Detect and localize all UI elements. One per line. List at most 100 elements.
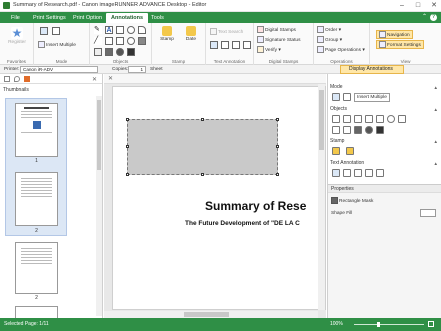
text-box-icon[interactable] — [343, 115, 351, 123]
resize-handle[interactable] — [276, 118, 279, 121]
stamp-button[interactable]: Stamp — [156, 26, 178, 42]
sheet-button[interactable]: Sheet — [150, 66, 163, 73]
resize-handle[interactable] — [126, 173, 129, 176]
resize-handle[interactable] — [126, 118, 129, 121]
group-button[interactable]: Group ▾ — [317, 36, 342, 43]
digital-stamps-button[interactable]: Digital Stamps — [257, 26, 296, 33]
ellipse-mask-icon[interactable] — [116, 48, 124, 56]
tab-print-option[interactable]: Print Option — [68, 13, 107, 23]
rectangle-icon[interactable] — [376, 115, 384, 123]
order-button[interactable]: Order ▾ — [317, 26, 341, 33]
polygon-icon[interactable] — [398, 115, 406, 123]
bookmark-tab-icon[interactable] — [24, 76, 30, 82]
zoom-slider-knob[interactable] — [377, 322, 380, 327]
tab-annotations[interactable]: Annotations — [106, 13, 149, 23]
help-icon[interactable]: ? — [430, 14, 437, 21]
date-stamp-icon[interactable] — [346, 147, 354, 155]
ribbon-collapse-icon[interactable]: ⌃ — [422, 13, 427, 20]
text-search-button[interactable]: Text Search — [210, 28, 243, 35]
pen-icon[interactable]: ✎ — [94, 26, 102, 34]
fit-page-icon[interactable] — [428, 321, 434, 327]
replace-text-icon[interactable] — [365, 169, 373, 177]
insert-text-icon[interactable] — [376, 169, 384, 177]
copies-input[interactable]: 1 — [128, 66, 146, 73]
printer-select[interactable]: Canon iR-ADV — [20, 66, 98, 73]
resize-handle[interactable] — [126, 145, 129, 148]
strikethrough-icon[interactable] — [232, 41, 240, 49]
thumbnail-page-2[interactable] — [15, 172, 58, 226]
ellipse-icon[interactable] — [387, 115, 395, 123]
highlight-text-icon[interactable] — [210, 41, 218, 49]
rectangle-mask-object[interactable] — [126, 118, 279, 176]
select-text-icon[interactable] — [343, 93, 351, 101]
page-operations-button[interactable]: Page Operations ▾ — [317, 46, 365, 53]
shape-fill-color-picker[interactable] — [420, 209, 436, 217]
close-document-icon[interactable]: ✕ — [108, 75, 113, 82]
line-icon[interactable]: ╱ — [94, 37, 102, 45]
thumbnail-page-4[interactable] — [15, 306, 58, 318]
thumbnails-scrollbar[interactable] — [96, 96, 102, 316]
collapse-icon[interactable]: ▲ — [434, 84, 438, 91]
stamp-icon[interactable] — [332, 147, 340, 155]
filled-rect-icon[interactable] — [138, 37, 146, 45]
insert-multiple-button[interactable]: Insert Multiple — [354, 93, 390, 102]
select-object-icon[interactable] — [40, 27, 48, 35]
format-settings-button[interactable]: Format Settings — [376, 40, 424, 49]
highlighter-icon[interactable] — [94, 48, 102, 56]
minimize-button[interactable]: – — [397, 1, 407, 10]
resize-handle[interactable] — [276, 173, 279, 176]
polygon-mask-icon[interactable] — [376, 126, 384, 134]
document-vertical-scrollbar[interactable] — [318, 84, 325, 310]
tab-file[interactable]: File — [6, 13, 25, 23]
scroll-thumb[interactable] — [97, 100, 101, 170]
highlight-text-icon[interactable] — [332, 169, 340, 177]
zoom-slider[interactable] — [354, 322, 424, 327]
tab-print-settings[interactable]: Print Settings — [28, 13, 71, 23]
verify-button[interactable]: Verify ▾ — [257, 46, 281, 53]
pane-close-icon[interactable]: ✕ — [92, 76, 98, 83]
select-text-icon[interactable] — [52, 27, 60, 35]
strikethrough-icon[interactable] — [354, 169, 362, 177]
arrow-icon[interactable] — [365, 115, 373, 123]
ellipse-mask-icon[interactable] — [365, 126, 373, 134]
ellipse-icon[interactable] — [127, 26, 135, 34]
highlighter-icon[interactable] — [343, 126, 351, 134]
collapse-icon[interactable]: ▲ — [434, 160, 438, 167]
tab-tools[interactable]: Tools — [146, 13, 169, 23]
replace-text-icon[interactable] — [243, 41, 251, 49]
polygon-mask-icon[interactable] — [127, 48, 135, 56]
display-annotations-button[interactable]: Display Annotations — [340, 65, 404, 74]
square-icon[interactable] — [116, 37, 124, 45]
maximize-button[interactable]: □ — [413, 1, 423, 10]
pen-icon[interactable] — [332, 115, 340, 123]
document-page[interactable]: Summary of Rese The Future Development o… — [112, 86, 326, 310]
register-button[interactable]: ★ Register — [4, 27, 30, 45]
scroll-thumb[interactable] — [319, 90, 324, 150]
insert-multiple-button[interactable]: Insert Multiple — [38, 41, 76, 48]
resize-handle[interactable] — [201, 173, 204, 176]
navigation-button[interactable]: Navigation — [376, 30, 413, 39]
underline-text-icon[interactable] — [221, 41, 229, 49]
underline-text-icon[interactable] — [343, 169, 351, 177]
collapse-icon[interactable]: ▲ — [434, 106, 438, 113]
scroll-thumb[interactable] — [184, 312, 229, 317]
signature-status-button[interactable]: Signature Status — [257, 36, 300, 43]
circle-icon[interactable] — [127, 37, 135, 45]
polygon-icon[interactable] — [138, 26, 146, 34]
resize-handle[interactable] — [201, 118, 204, 121]
select-object-icon[interactable] — [332, 93, 340, 101]
collapse-icon[interactable]: ▲ — [434, 138, 438, 145]
polyline-icon[interactable] — [332, 126, 340, 134]
resize-handle[interactable] — [276, 145, 279, 148]
close-button[interactable]: ✕ — [429, 1, 439, 10]
rectangle-mask-icon[interactable] — [354, 126, 362, 134]
thumbnail-page-3[interactable] — [15, 242, 58, 294]
thumbnail-page-1[interactable] — [15, 103, 58, 157]
date-button[interactable]: Date — [180, 26, 202, 42]
arrow-icon[interactable] — [105, 37, 113, 45]
rectangle-icon[interactable] — [116, 26, 124, 34]
text-box-icon[interactable]: A — [105, 26, 113, 34]
thumbnails-tab-icon[interactable] — [4, 76, 10, 82]
comments-tab-icon[interactable] — [14, 76, 20, 82]
rectangle-mask-icon[interactable] — [105, 48, 113, 56]
